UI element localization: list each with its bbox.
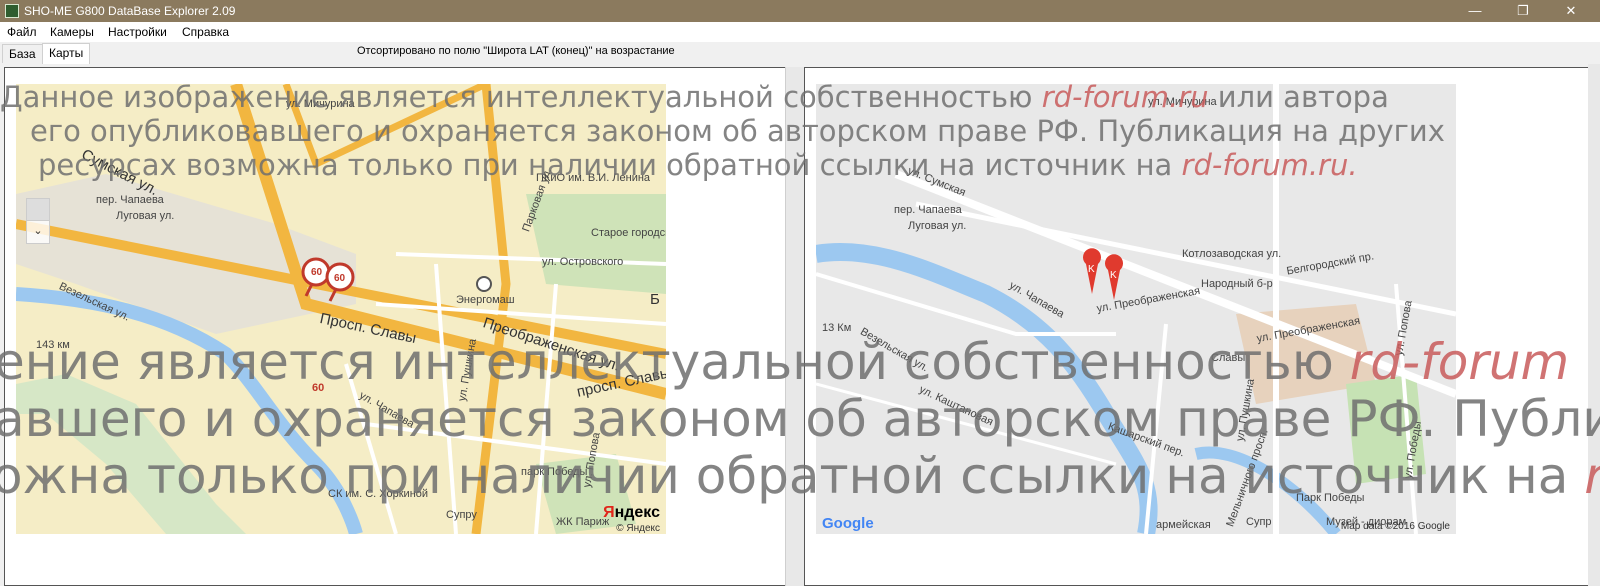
title-bar: SHO-ME G800 DataBase Explorer 2.09 — ❐ ✕ [0, 0, 1600, 22]
chevron-down-icon[interactable]: ⌄ [27, 221, 49, 241]
tab-strip: База Карты [0, 42, 1600, 65]
menu-cameras[interactable]: Камеры [50, 25, 94, 39]
watermark-line-3: ресурсах возможна только при наличии обр… [38, 148, 1358, 182]
google-copyright: Map data ©2016 Google [1340, 521, 1450, 532]
tab-database[interactable]: База [2, 44, 43, 63]
camera-marker-1-label: K [1088, 264, 1095, 275]
watermark-line-1: Данное изображение является интеллектуал… [0, 80, 1389, 114]
close-button[interactable]: ✕ [1548, 0, 1594, 22]
speed-marker-2-label: 60 [334, 273, 346, 284]
menu-file[interactable]: Файл [7, 25, 37, 39]
map-label-supr: Супр [1246, 516, 1272, 528]
right-scrollbar[interactable] [1588, 64, 1600, 586]
camera-marker-2-label: K [1110, 270, 1117, 281]
app-icon [5, 4, 19, 18]
tab-maps[interactable]: Карты [42, 43, 91, 64]
watermark-big-line-3: ожна только при наличии обратной ссылки … [0, 447, 1600, 505]
map-label-cemetery: Старое городское кладбище [591, 227, 666, 239]
google-logo: Google [822, 515, 874, 532]
window-title: SHO-ME G800 DataBase Explorer 2.09 [24, 4, 236, 18]
zoom-control[interactable]: ⌄ [26, 198, 50, 244]
speed-marker-1-text: 60 [311, 267, 323, 278]
cemetery-area [526, 194, 666, 294]
map-label-ostrovskogo: ул. Островского [542, 256, 624, 268]
map-label-lugovaya: Луговая ул. [116, 210, 175, 222]
watermark-big-line-2: авшего и охраняется законом об авторском… [0, 390, 1600, 448]
maximize-button[interactable]: ❐ [1500, 0, 1546, 22]
menu-settings[interactable]: Настройки [108, 25, 167, 39]
map-label-chapaeva-per: пер. Чапаева [96, 194, 164, 206]
map-label-kotlozavodskaya: Котлозаводская ул. [1182, 248, 1282, 260]
yandex-logo: Яндекс [603, 504, 660, 521]
map-label-lugovaya: Луговая ул. [908, 220, 967, 232]
minimize-button[interactable]: — [1452, 0, 1498, 22]
map-label-chapaeva-per: пер. Чапаева [894, 204, 962, 216]
watermark-line-2: его опубликовавшего и охраняется законом… [30, 114, 1445, 148]
map-label-narodny: Народный б-р [1201, 278, 1273, 290]
sort-status: Отсортировано по полю "Широта LAT (конец… [357, 45, 675, 57]
menu-help[interactable]: Справка [182, 25, 229, 39]
menu-bar: Файл Камеры Настройки Справка [0, 22, 1600, 42]
metro-icon [476, 276, 492, 292]
map-label-energomash: Энергомаш [456, 294, 515, 306]
map-label-supr: Супру [446, 509, 477, 521]
map-label-zhk: ЖК Париж [556, 516, 610, 528]
zoom-slider[interactable] [27, 199, 49, 221]
yandex-copyright: © Яндекс [616, 523, 660, 534]
watermark-big-line-1: ение является интеллектуальной собственн… [0, 333, 1570, 391]
map-label-b: Б [650, 291, 660, 308]
map-label-armeyskaya: армейская [1156, 519, 1211, 531]
